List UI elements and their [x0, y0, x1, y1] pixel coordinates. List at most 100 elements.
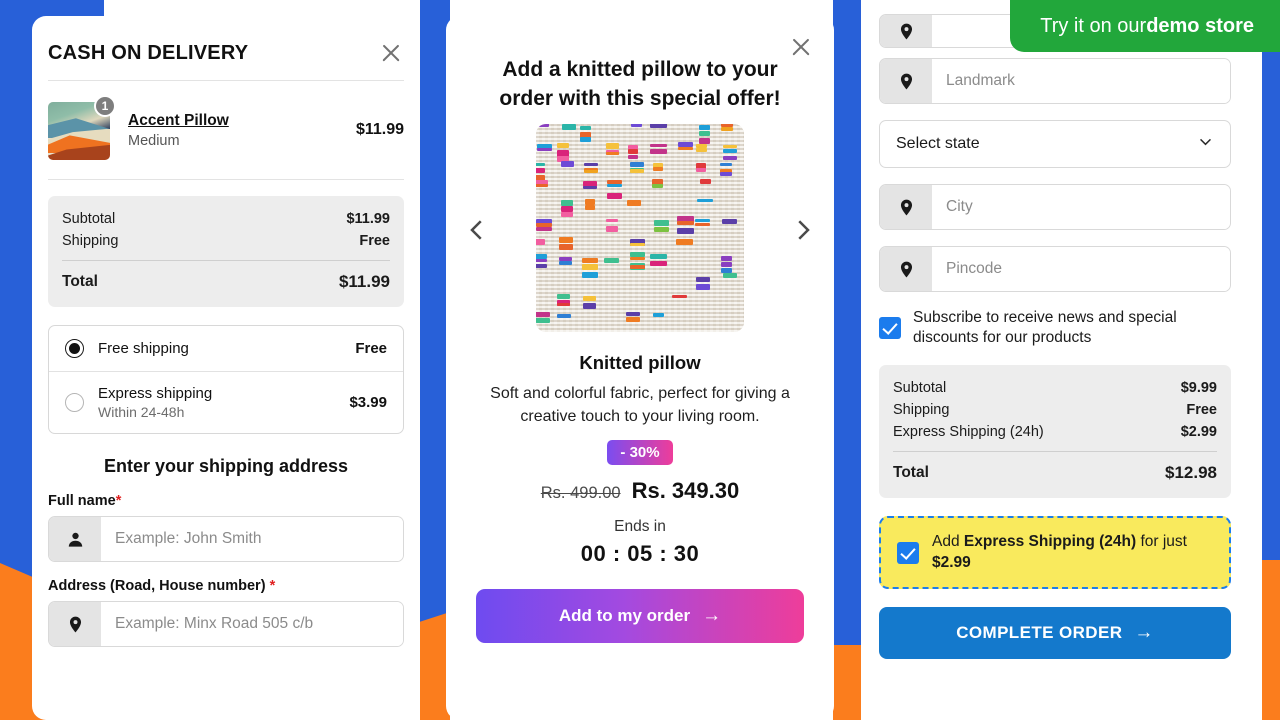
add-to-order-label: Add to my order	[559, 606, 690, 626]
knitted-pillow-image	[536, 124, 744, 332]
chevron-down-icon	[1197, 133, 1214, 155]
person-icon	[49, 517, 101, 561]
location-pin-icon	[880, 185, 932, 229]
cart-item-quantity-badge: 1	[94, 95, 116, 117]
location-pin-icon	[880, 247, 932, 291]
summary-total-label: Total	[62, 273, 98, 291]
shipping-option-cost: Free	[355, 340, 387, 357]
summary-row: Subtotal $11.99	[62, 208, 390, 230]
summary-label: Subtotal	[893, 380, 946, 396]
state-select[interactable]: Select state	[879, 120, 1231, 168]
ribbon-emphasis: demo store	[1146, 15, 1254, 38]
original-price: Rs. 499.00	[541, 484, 621, 503]
shipping-option-sub: Within 24-48h	[98, 404, 335, 420]
left-panel-header: CASH ON DELIVERY	[48, 32, 404, 80]
shipping-address-form-title: Enter your shipping address	[48, 456, 404, 477]
countdown-timer: 00 : 05 : 30	[476, 541, 804, 567]
city-input[interactable]	[932, 185, 1230, 229]
address-input-group[interactable]	[48, 601, 404, 647]
demo-store-ribbon[interactable]: Try it on our demo store	[1010, 0, 1280, 52]
cart-line-item: 1 Accent Pillow Medium $11.99	[48, 81, 404, 179]
summary-value: Free	[1186, 402, 1217, 418]
required-asterisk: *	[116, 493, 122, 509]
cart-item-info: Accent Pillow Medium	[128, 112, 342, 149]
landmark-input[interactable]	[932, 59, 1230, 103]
summary-label: Shipping	[893, 402, 949, 418]
summary-label: Shipping	[62, 233, 118, 249]
discount-badge: - 30%	[607, 440, 672, 465]
discounted-price: Rs. 349.30	[632, 478, 740, 504]
background-shape-right-blue	[833, 0, 861, 720]
cart-item-name-link[interactable]: Accent Pillow	[128, 112, 229, 130]
summary-label: Express Shipping (24h)	[893, 424, 1044, 440]
cart-item-thumbnail-wrapper: 1	[48, 97, 114, 163]
summary-total-label: Total	[893, 464, 929, 482]
express-shipping-upsell[interactable]: Add Express Shipping (24h) for just $2.9…	[879, 516, 1231, 589]
address-input[interactable]	[101, 602, 403, 646]
summary-total-value: $12.98	[1165, 463, 1217, 483]
product-name: Knitted pillow	[476, 352, 804, 374]
cash-on-delivery-panel: CASH ON DELIVERY 1 Accent Pillow Medium …	[32, 16, 420, 720]
arrow-right-icon: →	[1134, 622, 1153, 644]
summary-value: $9.99	[1181, 380, 1217, 396]
express-shipping-checkbox[interactable]	[897, 542, 919, 564]
upsell-offer-modal: Add a knitted pillow to your order with …	[446, 16, 834, 720]
full-name-input[interactable]	[101, 517, 403, 561]
shipping-option-cost: $3.99	[349, 394, 387, 411]
shipping-option-name: Express shipping	[98, 385, 335, 402]
state-select-value: Select state	[896, 135, 980, 153]
subscribe-checkbox[interactable]	[879, 317, 901, 339]
close-icon[interactable]	[378, 40, 404, 66]
summary-total-row: Total $11.99	[62, 269, 390, 295]
summary-row: Subtotal $9.99	[893, 377, 1217, 399]
product-description: Soft and colorful fabric, perfect for gi…	[480, 382, 800, 428]
location-pin-icon	[880, 15, 932, 47]
checkout-details-panel: Select state Subscribe to receive	[861, 0, 1249, 720]
upsell-price: $2.99	[932, 554, 971, 571]
shipping-option-label: Express shipping Within 24-48h	[98, 385, 335, 420]
summary-value: Free	[359, 233, 390, 249]
summary-row: Express Shipping (24h) $2.99	[893, 421, 1217, 443]
screenshot-root: CASH ON DELIVERY 1 Accent Pillow Medium …	[0, 0, 1280, 720]
arrow-right-icon: →	[702, 605, 721, 627]
upsell-service: Express Shipping (24h)	[964, 533, 1136, 550]
background-shape-far-right-orange	[1262, 560, 1280, 720]
shipping-option-express[interactable]: Express shipping Within 24-48h $3.99	[49, 371, 403, 433]
page-title: CASH ON DELIVERY	[48, 42, 248, 65]
radio-free-shipping[interactable]	[65, 339, 84, 358]
add-to-my-order-button[interactable]: Add to my order →	[476, 589, 804, 643]
location-pin-icon	[49, 602, 101, 646]
city-input-group[interactable]	[879, 184, 1231, 230]
chevron-right-icon[interactable]	[788, 215, 818, 245]
summary-divider	[893, 451, 1217, 452]
radio-express-shipping[interactable]	[65, 393, 84, 412]
upsell-middle: for just	[1136, 533, 1187, 550]
chevron-left-icon[interactable]	[462, 215, 492, 245]
full-name-label: Full name*	[48, 493, 404, 509]
cart-item-variant: Medium	[128, 133, 342, 149]
price-row: Rs. 499.00 Rs. 349.30	[476, 478, 804, 504]
summary-divider	[62, 260, 390, 261]
location-pin-icon	[880, 59, 932, 103]
pincode-input-group[interactable]	[879, 246, 1231, 292]
order-summary-box-right: Subtotal $9.99 Shipping Free Express Shi…	[879, 365, 1231, 498]
complete-order-button[interactable]: COMPLETE ORDER →	[879, 607, 1231, 659]
shipping-option-free[interactable]: Free shipping Free	[49, 326, 403, 371]
complete-order-label: COMPLETE ORDER	[956, 623, 1122, 643]
ribbon-prefix: Try it on our	[1040, 15, 1146, 38]
close-icon[interactable]	[788, 34, 814, 60]
upsell-prefix: Add	[932, 533, 964, 550]
background-shape-right-orange	[833, 645, 861, 720]
pincode-input[interactable]	[932, 247, 1230, 291]
summary-total-value: $11.99	[339, 272, 390, 292]
subscribe-label: Subscribe to receive news and special di…	[913, 308, 1231, 349]
order-summary-box: Subtotal $11.99 Shipping Free Total $11.…	[48, 196, 404, 307]
shipping-options-group: Free shipping Free Express shipping With…	[48, 325, 404, 434]
subscribe-row[interactable]: Subscribe to receive news and special di…	[879, 308, 1231, 349]
full-name-input-group[interactable]	[48, 516, 404, 562]
summary-value: $11.99	[346, 211, 390, 227]
summary-row: Shipping Free	[62, 230, 390, 252]
cart-divider	[48, 179, 404, 180]
landmark-input-group[interactable]	[879, 58, 1231, 104]
offer-title: Add a knitted pillow to your order with …	[480, 56, 800, 114]
